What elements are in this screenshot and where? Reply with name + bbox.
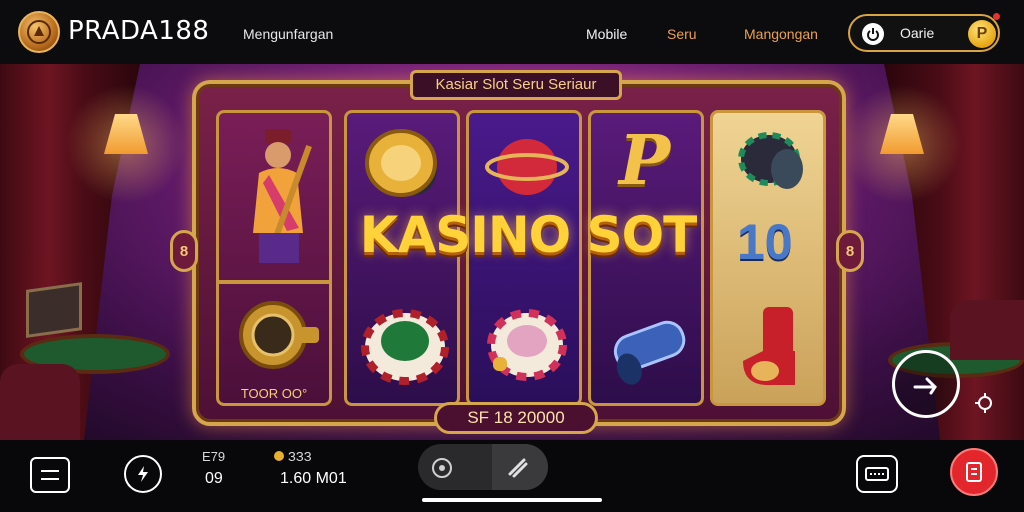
chip-stack-icon [738, 132, 803, 189]
ticket-button[interactable] [856, 455, 898, 493]
red-orb-icon [485, 139, 569, 195]
nav-link-mangongan[interactable]: Mangongan [744, 26, 818, 42]
power-icon [862, 23, 884, 45]
nav-link-mobile[interactable]: Mobile [586, 26, 627, 42]
reel-1 [216, 110, 332, 406]
machine-title: Kasiar Slot Seru Seriaur [410, 70, 622, 100]
spin-arrow-button[interactable] [892, 350, 960, 418]
reel-divider [216, 280, 332, 284]
letter-p-symbol: P [619, 121, 671, 201]
notification-dot [993, 13, 1000, 20]
red-boot-icon [743, 307, 795, 386]
flash-icon [138, 466, 148, 482]
home-indicator [422, 498, 602, 502]
side-knob-right[interactable]: 8 [836, 230, 864, 272]
crosshair-icon[interactable] [974, 392, 996, 414]
coin-icon [274, 451, 284, 461]
ticket-icon [865, 467, 889, 481]
win-amount-display: SF 18 20000 [434, 402, 598, 434]
armchair-left [0, 364, 80, 440]
stat-label: E79 [202, 449, 226, 464]
autospin-button[interactable] [124, 455, 162, 493]
nav-link-seru[interactable]: Seru [667, 26, 697, 42]
menu-icon [41, 470, 59, 480]
balance-value: 1.60 M01 [280, 470, 347, 487]
login-label: Oarie [900, 25, 935, 41]
settings-icon[interactable] [428, 454, 456, 482]
side-knob-left[interactable]: 8 [170, 230, 198, 272]
slot-monitor-decoration [26, 282, 82, 338]
login-button[interactable]: Oarie P [848, 14, 1000, 52]
lamp-icon [842, 84, 962, 204]
stat-value: 09 [205, 470, 223, 487]
gold-coin-icon [365, 129, 437, 197]
center-control[interactable] [418, 444, 548, 490]
bet-button[interactable] [950, 448, 998, 496]
brand-name[interactable]: PRADA188 [68, 16, 209, 46]
balance-label: ЗЗЗ [288, 449, 312, 464]
roulette-lock-icon [239, 301, 319, 369]
receipt-icon [966, 462, 982, 482]
chip-number-label: 10 [737, 214, 793, 270]
poker-chip-icon [487, 309, 567, 381]
menu-button[interactable] [30, 457, 70, 493]
hero-character-icon [253, 129, 312, 263]
arrow-right-icon [913, 377, 937, 395]
coin-icon: P [968, 20, 996, 48]
reel-caption: TOOR OO° [240, 386, 308, 401]
game-title: KASINO SOT [359, 206, 697, 264]
reel-5: 10 [710, 110, 826, 406]
battery-cylinder-icon [613, 320, 686, 385]
poker-chip-icon [361, 309, 449, 385]
lamp-icon [66, 84, 186, 204]
brand-logo-icon[interactable] [18, 11, 60, 53]
header-subtitle: Mengunfargan [243, 26, 334, 42]
armchair-right [950, 300, 1024, 360]
sound-icon[interactable] [504, 454, 532, 482]
